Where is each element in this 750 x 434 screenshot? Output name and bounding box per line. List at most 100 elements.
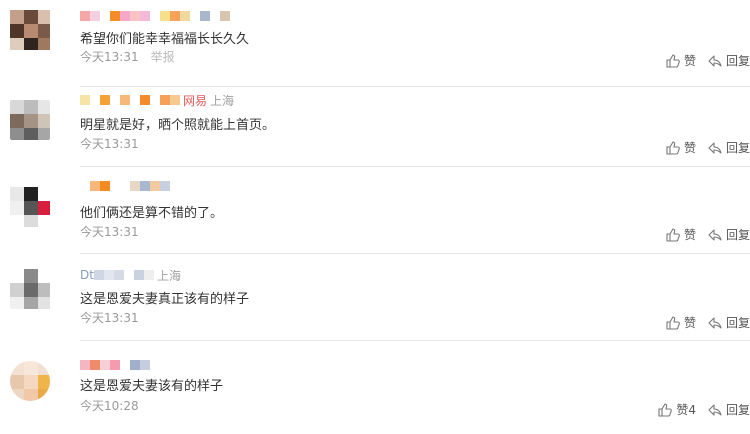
- reply-button[interactable]: 回复: [708, 226, 750, 243]
- reply-label: 回复: [725, 54, 750, 68]
- like-label: 赞4: [676, 403, 696, 417]
- username[interactable]: [80, 358, 150, 372]
- avatar[interactable]: [10, 269, 50, 309]
- reply-label: 回复: [725, 228, 750, 242]
- comment-meta: 今天13:31: [80, 223, 139, 240]
- comment-actions: 赞4 回复: [646, 401, 750, 418]
- comment-item: 网易 上海 明星就是好，晒个照就能上首页。 今天13:31 赞 回复: [0, 80, 750, 167]
- username[interactable]: 网易 上海: [80, 93, 235, 108]
- masked-name-block: [220, 11, 230, 21]
- masked-name-block: [110, 181, 120, 191]
- thumbs-up-icon: [666, 53, 680, 68]
- masked-name-block: [120, 11, 130, 21]
- comment-meta: 今天13:31: [80, 135, 139, 152]
- masked-name-block: [80, 95, 90, 105]
- report-link[interactable]: 举报: [151, 50, 175, 64]
- masked-name-block: [170, 95, 180, 105]
- reply-button[interactable]: 回复: [708, 52, 750, 69]
- masked-name-block: [210, 11, 220, 21]
- masked-name-block: [143, 270, 154, 280]
- thumbs-up-icon: [658, 402, 673, 417]
- masked-name-block: [170, 11, 180, 21]
- masked-name-block: [80, 11, 90, 21]
- comment-meta: 今天13:31 举报: [80, 48, 175, 65]
- comment-item: Dt 上海 这是恩爱夫妻真正该有的样子 今天13:31 赞 回复: [0, 254, 750, 341]
- masked-name-block: [120, 360, 130, 370]
- reply-arrow-icon: [708, 54, 722, 67]
- masked-name-block: [100, 181, 110, 191]
- masked-name-block: [123, 270, 134, 280]
- masked-name-block: [90, 11, 100, 21]
- like-button[interactable]: 赞: [666, 226, 696, 243]
- reply-arrow-icon: [708, 141, 722, 154]
- masked-name-block: [90, 181, 100, 191]
- avatar[interactable]: [10, 361, 50, 401]
- like-label: 赞: [683, 228, 696, 242]
- username[interactable]: [80, 179, 180, 193]
- masked-name-block: [140, 360, 150, 370]
- masked-name-block: [130, 360, 140, 370]
- masked-name-block: [130, 95, 140, 105]
- like-button[interactable]: 赞: [666, 314, 696, 331]
- username-text: Dt: [80, 268, 94, 282]
- username[interactable]: Dt 上海: [80, 268, 181, 283]
- comment-text: 明星就是好，晒个照就能上首页。: [80, 118, 276, 133]
- masked-name-block: [160, 181, 170, 191]
- timestamp: 今天13:31: [80, 225, 139, 239]
- masked-name-block: [140, 11, 150, 21]
- masked-name-block: [150, 11, 160, 21]
- avatar[interactable]: [10, 100, 50, 140]
- avatar[interactable]: [10, 187, 50, 227]
- masked-name-block: [110, 95, 120, 105]
- comment-text: 他们俩还是算不错的了。: [80, 206, 224, 221]
- masked-name-block: [80, 360, 90, 370]
- reply-button[interactable]: 回复: [708, 314, 750, 331]
- comment-meta: 今天10:28: [80, 397, 139, 414]
- reply-arrow-icon: [708, 228, 722, 241]
- like-label: 赞: [683, 141, 696, 155]
- masked-name-block: [140, 181, 150, 191]
- timestamp: 今天13:31: [80, 137, 139, 151]
- username-text: 网易: [183, 93, 208, 108]
- masked-name-block: [100, 360, 110, 370]
- timestamp: 今天13:31: [80, 50, 139, 64]
- comment-text: 希望你们能幸幸福福长长久久: [80, 32, 250, 47]
- thumbs-up-icon: [666, 140, 680, 155]
- masked-name-block: [160, 95, 170, 105]
- masked-name-block: [140, 95, 150, 105]
- comment-text: 这是恩爱夫妻真正该有的样子: [80, 292, 250, 307]
- comment-actions: 赞 回复: [654, 314, 750, 331]
- avatar[interactable]: [10, 10, 50, 50]
- timestamp: 今天10:28: [80, 399, 139, 413]
- location-label: 上海: [156, 268, 181, 283]
- masked-name-block: [150, 181, 160, 191]
- reply-label: 回复: [725, 141, 750, 155]
- thumbs-up-icon: [666, 315, 680, 330]
- comment-actions: 赞 回复: [654, 226, 750, 243]
- reply-label: 回复: [725, 316, 750, 330]
- masked-name-block: [130, 181, 140, 191]
- comment-actions: 赞 回复: [654, 52, 750, 69]
- masked-name-block: [120, 95, 130, 105]
- like-button[interactable]: 赞4: [658, 401, 696, 418]
- like-button[interactable]: 赞: [666, 52, 696, 69]
- comment-item: 希望你们能幸幸福福长长久久 今天13:31 举报 赞 回复: [0, 0, 750, 87]
- masked-name-block: [90, 360, 100, 370]
- username[interactable]: [80, 9, 230, 23]
- masked-name-block: [130, 11, 140, 21]
- reply-button[interactable]: 回复: [708, 401, 750, 418]
- reply-button[interactable]: 回复: [708, 139, 750, 156]
- masked-name-block: [190, 11, 200, 21]
- masked-name-block: [100, 11, 110, 21]
- like-label: 赞: [683, 54, 696, 68]
- masked-name-block: [160, 11, 170, 21]
- reply-arrow-icon: [708, 316, 722, 329]
- like-button[interactable]: 赞: [666, 139, 696, 156]
- location-label: 上海: [210, 93, 235, 108]
- masked-name-block: [150, 95, 160, 105]
- masked-name-block: [170, 181, 180, 191]
- reply-arrow-icon: [708, 403, 722, 416]
- masked-name-block: [100, 95, 110, 105]
- masked-name-block: [200, 11, 210, 21]
- masked-name-block: [90, 95, 100, 105]
